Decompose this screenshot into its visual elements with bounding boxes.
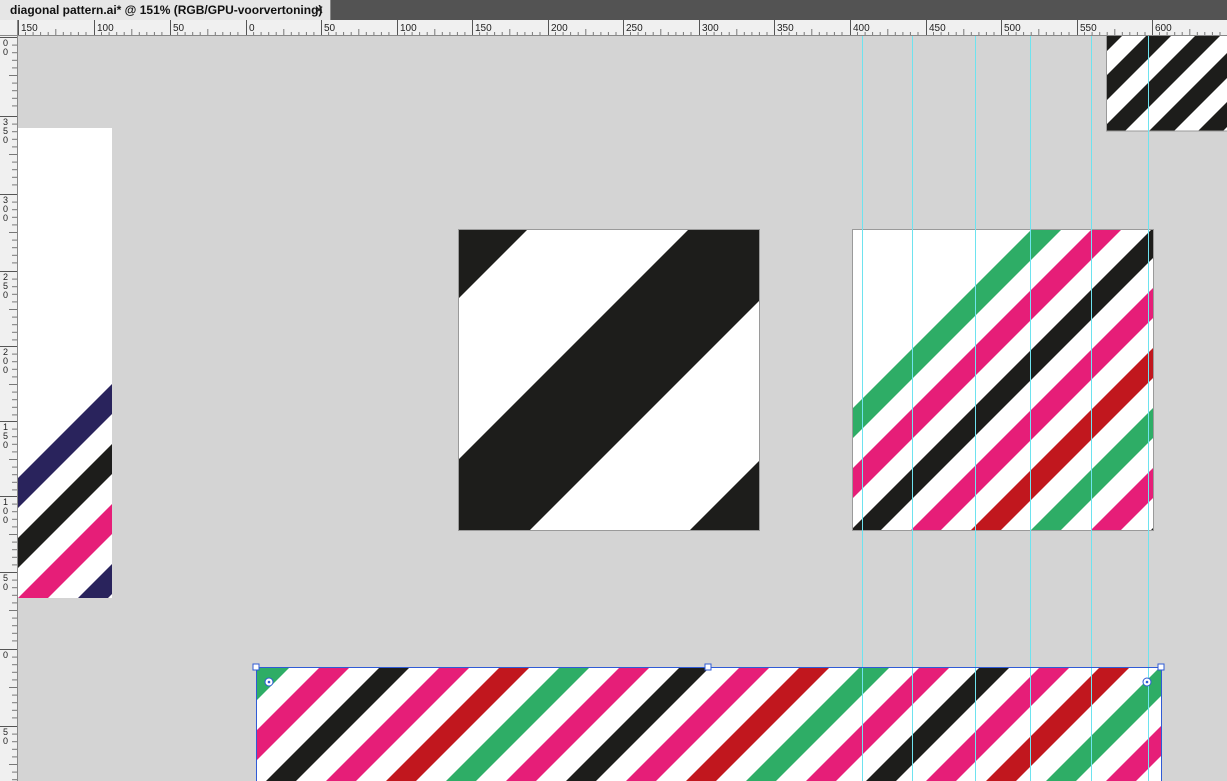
ruler-label: 0 [3, 213, 8, 223]
corner-widget-icon[interactable] [264, 677, 274, 687]
artboard-canvas[interactable] [18, 36, 1227, 781]
selection-handle-top-center[interactable] [704, 663, 712, 671]
ruler-label: 0 [3, 515, 8, 525]
vertical-ruler-scale: 0035030025020015010050050 [0, 37, 17, 781]
ruler-label: 450 [929, 23, 946, 34]
ruler-label: 0 [249, 23, 255, 34]
ruler-label: 0 [3, 47, 8, 57]
ruler-label: 0 [3, 650, 8, 660]
stripe [1166, 668, 1227, 781]
ruler-label: 300 [702, 23, 719, 34]
ruler-label: 0 [3, 135, 8, 145]
selection-handle-top-right[interactable] [1157, 663, 1165, 671]
ruler-label: 0 [3, 440, 8, 450]
close-icon[interactable]: ✕ [314, 2, 324, 18]
ruler-label: 600 [1155, 23, 1172, 34]
ruler-label: 100 [97, 23, 114, 34]
multicolor-stripe-tile[interactable] [730, 229, 1227, 531]
ruler-label: 0 [3, 736, 8, 746]
selected-multicolor-stripe-band[interactable] [86, 668, 1227, 781]
ruler-label: 0 [3, 365, 8, 375]
ruler-label: 500 [1004, 23, 1021, 34]
ruler-label: 200 [551, 23, 568, 34]
ruler-label: 150 [475, 23, 492, 34]
ruler-label: 50 [324, 23, 336, 34]
ruler-origin-corner[interactable] [0, 20, 18, 36]
ruler-label: 0 [3, 582, 8, 592]
ruler-label: 250 [626, 23, 643, 34]
stripe [1106, 36, 1122, 52]
stripe [86, 668, 229, 781]
ruler-label: 0 [3, 290, 8, 300]
ruler-label: 100 [400, 23, 417, 34]
corner-widget-icon[interactable] [1142, 677, 1152, 687]
ruler-label: 150 [21, 23, 38, 34]
black-stripe-swatch-top-right[interactable] [1002, 36, 1227, 132]
ruler-label: 50 [173, 23, 185, 34]
ruler-label: 550 [1080, 23, 1097, 34]
horizontal-ruler[interactable]: 150 100 50 0 50 100 150 200 250 300 350 400 450 500 55… [18, 20, 1227, 36]
stripe [1150, 527, 1154, 531]
ruler-label: 400 [853, 23, 870, 34]
black-white-diagonal-tile[interactable] [458, 229, 760, 531]
vertical-ruler[interactable]: 0035030025020015010050050 [0, 20, 18, 781]
document-tab-bar: diagonal pattern.ai* @ 151% (RGB/GPU-voo… [0, 0, 1227, 20]
selection-handle-top-left[interactable] [252, 663, 260, 671]
document-tab-title: diagonal pattern.ai* @ 151% (RGB/GPU-voo… [10, 3, 323, 17]
document-tab[interactable]: diagonal pattern.ai* @ 151% (RGB/GPU-voo… [0, 0, 331, 20]
horizontal-ruler-scale: 150 100 50 0 50 100 150 200 250 300 350 400 450 500 55… [18, 20, 1221, 35]
ruler-label: 350 [777, 23, 794, 34]
stripe [1210, 229, 1227, 531]
